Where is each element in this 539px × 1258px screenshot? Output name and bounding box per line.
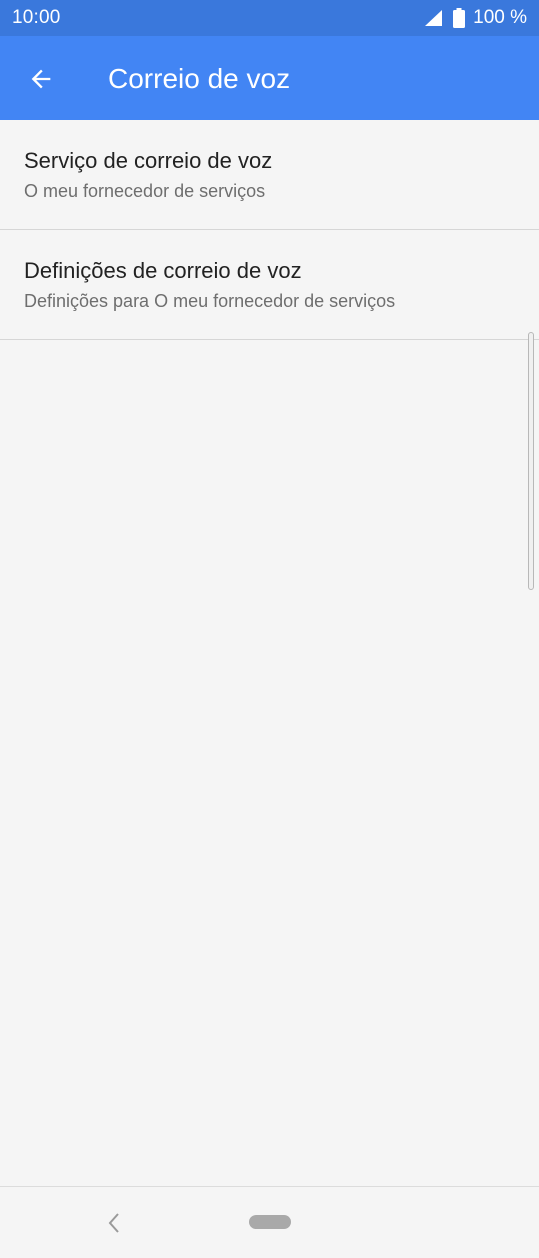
arrow-back-icon [31,69,51,89]
screen: 10:00 100 % Correio de voz Serviço de co… [0,0,539,1258]
home-pill[interactable] [249,1215,291,1229]
status-time: 10:00 [12,7,61,28]
navigation-bar [0,1186,539,1258]
settings-list: Serviço de correio de voz O meu forneced… [0,120,539,340]
list-item-voicemail-settings[interactable]: Definições de correio de voz Definições … [0,230,539,340]
list-item-title: Serviço de correio de voz [24,148,273,173]
signal-icon [425,10,443,26]
app-bar: Correio de voz [0,36,539,120]
scrollbar[interactable] [528,332,534,590]
list-item-voicemail-service[interactable]: Serviço de correio de voz O meu forneced… [0,120,539,230]
battery-percentage: 100 % [473,7,527,28]
status-icons: 100 % [423,6,527,30]
status-bar: 10:00 100 % [0,0,539,36]
nav-back-button[interactable] [100,1209,128,1237]
page-title: Correio de voz [108,63,291,94]
list-item-title: Definições de correio de voz [24,258,302,283]
back-button[interactable] [18,56,64,102]
nav-back-icon [108,1213,119,1233]
battery-icon [453,8,466,28]
list-item-subtitle: O meu fornecedor de serviços [24,181,266,201]
list-item-subtitle: Definições para O meu fornecedor de serv… [24,291,396,311]
